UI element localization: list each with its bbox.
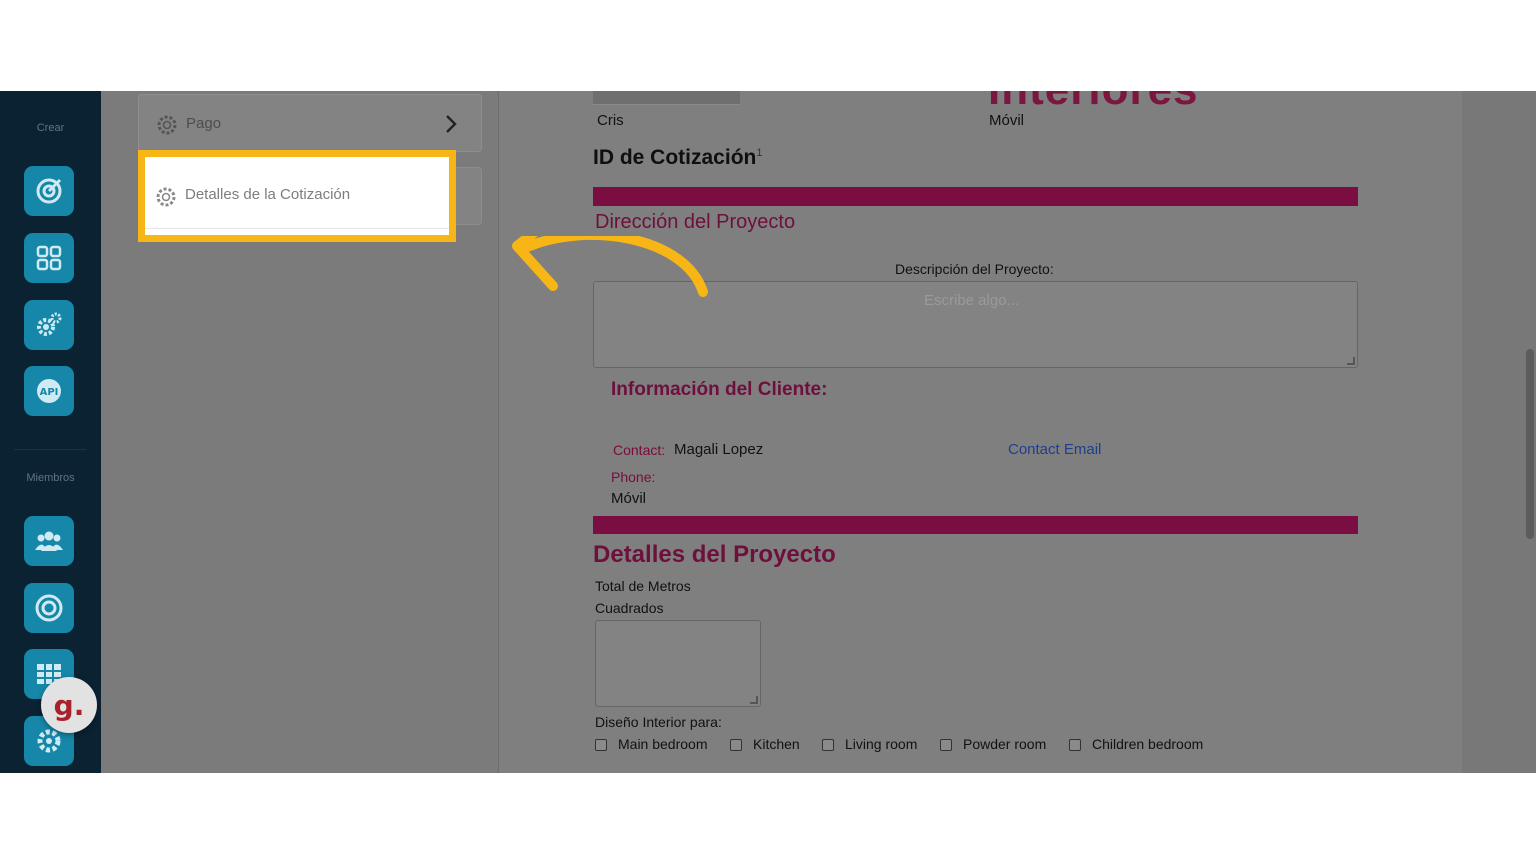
gears-icon[interactable] bbox=[24, 300, 74, 350]
quote-id-label: ID de Cotización bbox=[593, 146, 757, 169]
contact-email-link[interactable]: Contact Email bbox=[1008, 441, 1101, 458]
quote-preview: Interiores Cris Móvil ID de Cotización1 … bbox=[500, 91, 1462, 773]
app-frame: Crear API Miembros g. Pago Detalles de l… bbox=[0, 91, 1536, 773]
project-details-title: Detalles del Proyecto bbox=[593, 541, 836, 568]
logo-image-placeholder bbox=[593, 91, 740, 105]
total-meters-label-1: Total de Metros bbox=[595, 578, 691, 594]
room-label: Living room bbox=[845, 736, 918, 752]
nav-section-members: Miembros bbox=[26, 472, 75, 484]
phone-value: Móvil bbox=[611, 490, 647, 507]
checkbox-children-bedroom[interactable] bbox=[1069, 739, 1081, 751]
quote-id-mark: 1 bbox=[756, 147, 763, 159]
users-icon[interactable] bbox=[24, 516, 74, 566]
room-label: Children bedroom bbox=[1092, 736, 1204, 752]
settings-item-label: Pago bbox=[186, 115, 222, 132]
phone-type-value: Móvil bbox=[989, 112, 1025, 129]
scrollbar-thumb[interactable] bbox=[1526, 349, 1534, 539]
section-divider-bar bbox=[593, 187, 1358, 206]
total-meters-input[interactable] bbox=[595, 620, 761, 707]
gear-icon bbox=[157, 115, 177, 135]
divider bbox=[145, 228, 449, 229]
quote-id-heading: ID de Cotización1 bbox=[593, 146, 762, 170]
interior-design-label: Diseño Interior para: bbox=[595, 714, 722, 730]
settings-item-pago[interactable]: Pago bbox=[138, 94, 482, 152]
project-address-title: Dirección del Proyecto bbox=[595, 211, 796, 233]
nav-section-create: Crear bbox=[36, 122, 65, 134]
target-icon[interactable] bbox=[24, 166, 74, 216]
gear-icon bbox=[156, 187, 176, 207]
room-label: Main bedroom bbox=[618, 736, 708, 752]
checkbox-powder-room[interactable] bbox=[940, 739, 952, 751]
right-gutter bbox=[1462, 91, 1536, 773]
total-meters-label-2: Cuadrados bbox=[595, 600, 664, 616]
api-icon[interactable]: API bbox=[24, 366, 74, 416]
checkbox-kitchen[interactable] bbox=[730, 739, 742, 751]
tutorial-arrow-icon bbox=[512, 236, 708, 297]
phone-label: Phone: bbox=[611, 469, 656, 485]
contact-label: Contact: bbox=[613, 442, 666, 458]
radar-icon[interactable] bbox=[24, 583, 74, 633]
section-divider-bar bbox=[593, 516, 1358, 534]
checkbox-living-room[interactable] bbox=[822, 739, 834, 751]
checkbox-main-bedroom[interactable] bbox=[595, 739, 607, 751]
nav-divider bbox=[14, 449, 86, 450]
name-value: Cris bbox=[597, 112, 624, 129]
api-icon-text: API bbox=[40, 387, 59, 398]
contact-value: Magali Lopez bbox=[674, 441, 764, 458]
grid-icon[interactable] bbox=[24, 233, 74, 283]
project-description-placeholder: Escribe algo... bbox=[924, 292, 1020, 309]
room-label: Powder room bbox=[963, 736, 1047, 752]
room-label: Kitchen bbox=[753, 736, 800, 752]
settings-item-label: Detalles de la Cotización bbox=[185, 186, 351, 203]
resize-handle[interactable] bbox=[750, 696, 758, 704]
project-description-label: Descripción del Proyecto: bbox=[895, 261, 1054, 277]
left-navigation: Crear API Miembros bbox=[0, 91, 101, 773]
resize-handle[interactable] bbox=[1347, 357, 1355, 365]
chevron-right-icon bbox=[446, 115, 457, 133]
guide-badge[interactable]: g. bbox=[41, 677, 97, 733]
settings-item-detalles-cotizacion[interactable]: Detalles de la Cotización bbox=[138, 150, 456, 242]
